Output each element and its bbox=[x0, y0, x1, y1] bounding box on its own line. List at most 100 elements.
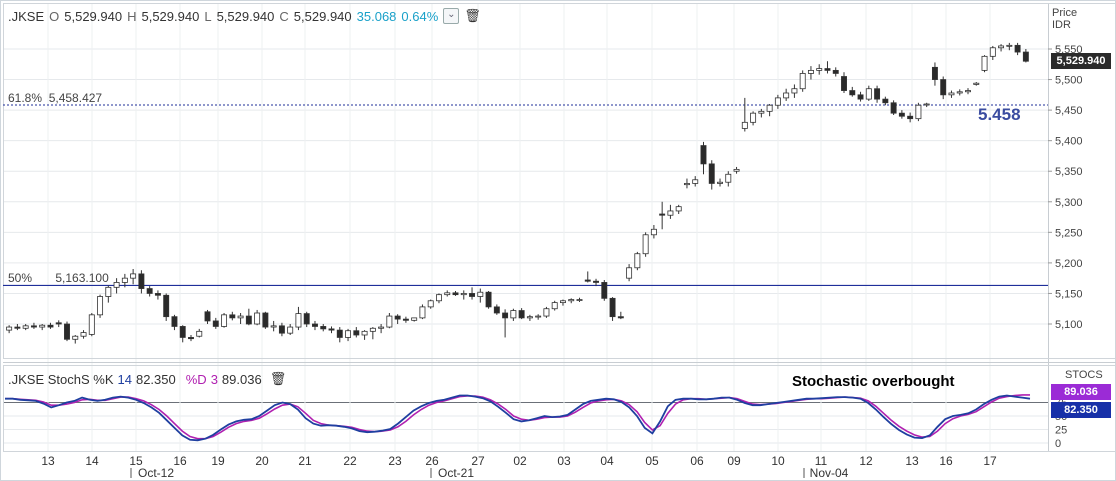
date-tick-label: 12 bbox=[859, 454, 873, 468]
change-value: 35.068 bbox=[356, 8, 397, 24]
candle-body bbox=[254, 312, 261, 325]
candle-body bbox=[799, 73, 806, 90]
high-value: 5,529.940 bbox=[141, 8, 200, 24]
candle-body bbox=[526, 316, 533, 319]
fib-level-annotation: 5.458 bbox=[978, 105, 1021, 124]
candle-body bbox=[97, 296, 104, 316]
chevron-down-icon[interactable]: ⌄ bbox=[443, 8, 460, 24]
date-tick-label: 13 bbox=[905, 454, 919, 468]
candle-body bbox=[411, 317, 418, 321]
date-tick-label: 21 bbox=[298, 454, 312, 468]
close-label: C bbox=[279, 8, 289, 24]
price-tick-label: 5,200 bbox=[1055, 258, 1083, 270]
candle-body bbox=[816, 68, 823, 71]
candle-body bbox=[278, 325, 285, 334]
candle-body bbox=[675, 206, 682, 212]
candle-body bbox=[981, 55, 988, 71]
candle-body bbox=[204, 311, 211, 322]
candle-body bbox=[551, 302, 558, 310]
candle-body bbox=[717, 181, 723, 184]
candle-body bbox=[245, 315, 252, 325]
fib-50-percent: 50% bbox=[8, 271, 33, 285]
candle-body bbox=[593, 280, 599, 283]
candle-body bbox=[708, 163, 715, 184]
stoch-tick-label: 0 bbox=[1055, 438, 1061, 450]
candle-body bbox=[303, 313, 310, 325]
price-axis-label: Price bbox=[1052, 7, 1078, 19]
stoch-d-tag: 89.036 bbox=[1051, 384, 1111, 400]
candle-body bbox=[361, 330, 368, 336]
chart-frame bbox=[0, 0, 1116, 481]
candle-body bbox=[229, 314, 236, 319]
candle-body bbox=[667, 210, 674, 216]
candle-body bbox=[898, 112, 905, 117]
candle-body bbox=[188, 337, 194, 340]
candle-body bbox=[956, 91, 963, 94]
candle-body bbox=[477, 291, 484, 297]
candle-body bbox=[485, 291, 492, 308]
date-tick-label: 19 bbox=[211, 454, 225, 468]
candle-body bbox=[584, 279, 591, 282]
candle-body bbox=[601, 282, 608, 299]
date-tick-label: 13 bbox=[41, 454, 55, 468]
trash-icon[interactable]: 🗑 bbox=[270, 371, 287, 387]
candle-body bbox=[882, 98, 889, 104]
stoch-axis-title: STOCS bbox=[1065, 369, 1103, 381]
stoch-k-period: 14 bbox=[117, 371, 132, 387]
candle-body bbox=[436, 294, 442, 302]
candle-body bbox=[212, 320, 219, 327]
candle-body bbox=[650, 228, 657, 236]
candle-body bbox=[890, 102, 897, 114]
candle-body bbox=[733, 168, 740, 172]
price-tick-label: 5,250 bbox=[1055, 227, 1083, 239]
candle-body bbox=[394, 315, 401, 320]
candle-body bbox=[725, 173, 732, 183]
candle-body bbox=[287, 326, 294, 334]
date-tick-label: 03 bbox=[557, 454, 571, 468]
candle-body bbox=[171, 316, 178, 327]
candle-body bbox=[163, 294, 170, 318]
candle-body bbox=[907, 115, 914, 120]
candle-body bbox=[642, 234, 649, 255]
fib-50-value: 5,163.100 bbox=[55, 271, 109, 285]
candle-body bbox=[940, 79, 947, 96]
candle-body bbox=[543, 308, 550, 317]
price-tick-label: 5,150 bbox=[1055, 288, 1083, 300]
change-percent: 0.64% bbox=[401, 8, 439, 24]
candle-body bbox=[80, 332, 87, 337]
candle-body bbox=[700, 145, 707, 165]
candle-body bbox=[832, 69, 839, 74]
candle-body bbox=[948, 92, 955, 96]
date-tick-label: 16 bbox=[173, 454, 187, 468]
candle-body bbox=[320, 326, 327, 330]
candle-body bbox=[1022, 51, 1029, 62]
candle-body bbox=[353, 330, 360, 336]
candle-body bbox=[568, 299, 575, 302]
chart-canvas[interactable]: 13 14 15 16 19 20 21 22 23 26 27 02 03 04 05 06 09 10 11 12… bbox=[0, 0, 1116, 481]
stoch-title: .JKSE StochS %K bbox=[8, 371, 114, 387]
close-value: 5,529.940 bbox=[293, 8, 352, 24]
fib-50-label: 50% 5,163.100 bbox=[8, 271, 109, 285]
candle-body bbox=[237, 315, 244, 319]
candle-body bbox=[923, 103, 930, 106]
price-tick-label: 5,300 bbox=[1055, 197, 1083, 209]
candle-body bbox=[774, 97, 781, 106]
candle-body bbox=[105, 286, 112, 297]
candle-body bbox=[783, 92, 790, 99]
candle-body bbox=[22, 325, 29, 329]
date-tick-label: 10 bbox=[771, 454, 785, 468]
candle-body bbox=[692, 179, 699, 184]
trash-icon[interactable]: 🗑 bbox=[464, 8, 481, 24]
candle-body bbox=[609, 297, 616, 318]
candle-body bbox=[452, 292, 459, 296]
month-tick-label: Oct-21 bbox=[438, 466, 474, 480]
candle-body bbox=[113, 282, 120, 288]
candle-body bbox=[931, 66, 938, 80]
candle-body bbox=[518, 310, 525, 319]
candle-body bbox=[262, 312, 269, 328]
candle-body bbox=[807, 69, 814, 74]
candle-body bbox=[55, 322, 62, 325]
date-tick-label: 26 bbox=[425, 454, 439, 468]
price-tick-label: 5,500 bbox=[1055, 75, 1083, 87]
candle-body bbox=[989, 47, 996, 57]
